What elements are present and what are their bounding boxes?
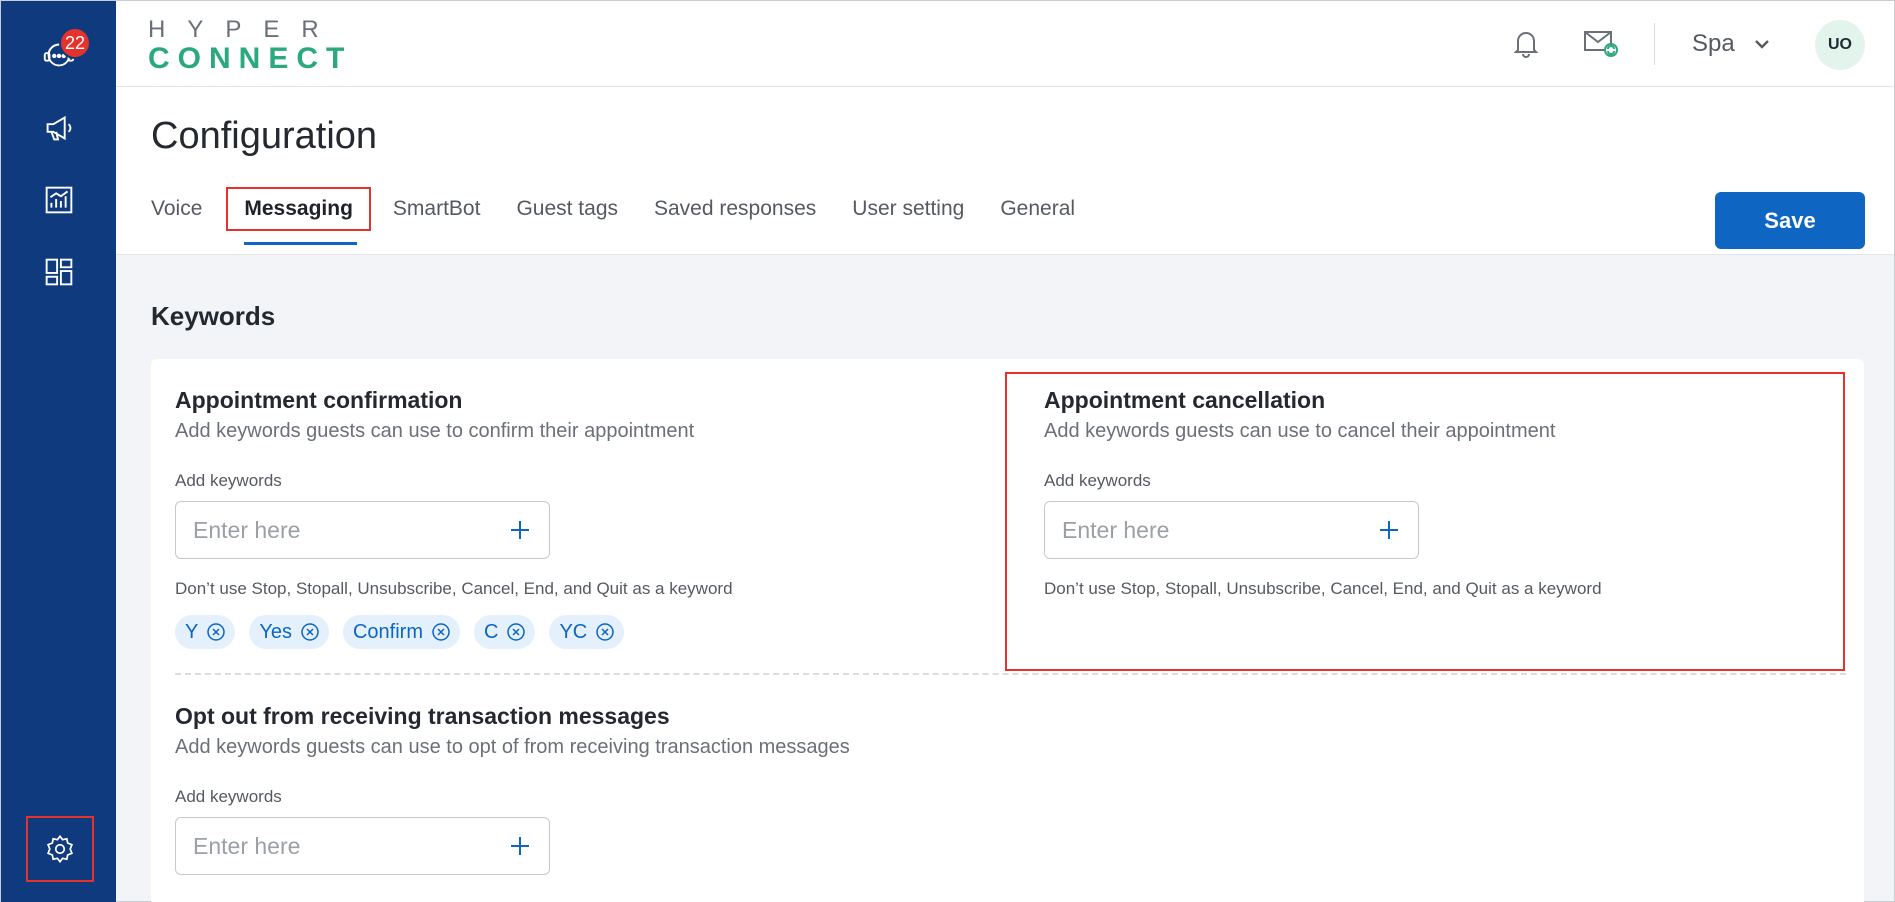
keyword-chip: C	[474, 615, 536, 649]
keywords-section-title: Keywords	[151, 301, 276, 331]
opt-out-add-keywords-label: Add keywords	[175, 787, 282, 806]
top-bar: HYPER CONNECT Spa UO	[116, 1, 1894, 87]
save-button[interactable]: Save	[1715, 192, 1865, 249]
cancellation-add-keywords-label: Add keywords	[1044, 471, 1151, 490]
tab-general[interactable]: General	[1000, 187, 1075, 231]
section-divider	[175, 673, 1846, 675]
sidebar-item-support[interactable]: 22	[23, 23, 95, 87]
keyword-chip-label: Confirm	[352, 620, 423, 643]
workspace-name: Spa	[1692, 30, 1735, 57]
remove-chip-icon[interactable]	[431, 622, 451, 642]
confirmation-keyword-input[interactable]	[193, 516, 473, 544]
keyword-chip: YC	[549, 615, 625, 649]
cancellation-keyword-field	[1044, 501, 1419, 559]
page-header: Configuration Voice Messaging SmartBot G…	[116, 87, 1894, 255]
opt-out-description: Add keywords guests can use to opt of fr…	[175, 736, 850, 758]
cancellation-title: Appointment cancellation	[1044, 387, 1326, 413]
keyword-chip-label: Y	[185, 620, 199, 643]
appointment-cancellation-block: Appointment cancellation Add keywords gu…	[1044, 387, 1602, 599]
confirmation-keyword-field	[175, 501, 550, 559]
notification-badge: 22	[59, 27, 91, 59]
sidebar-item-reports[interactable]	[23, 168, 95, 232]
chevron-down-icon	[1754, 40, 1769, 49]
tab-guest-tags[interactable]: Guest tags	[516, 187, 618, 231]
remove-chip-icon[interactable]	[300, 622, 320, 642]
add-opt-out-keyword-plus-icon[interactable]	[507, 833, 533, 859]
notifications-button[interactable]	[1506, 23, 1546, 63]
cancellation-description: Add keywords guests can use to cancel th…	[1044, 420, 1556, 442]
appointment-confirmation-block: Appointment confirmation Add keywords gu…	[175, 387, 733, 649]
confirmation-title: Appointment confirmation	[175, 387, 463, 413]
tab-user-setting[interactable]: User setting	[852, 187, 964, 231]
add-cancellation-keyword-plus-icon[interactable]	[1376, 517, 1402, 543]
megaphone-icon	[46, 115, 72, 141]
keyword-chip-label: YC	[559, 620, 588, 643]
confirmation-keyword-chips: Y Yes Confirm C YC	[175, 615, 733, 649]
sidebar-item-settings[interactable]	[26, 816, 94, 882]
sidebar-item-campaigns[interactable]	[23, 96, 95, 160]
keyword-chip: Confirm	[342, 615, 460, 649]
main-content: Keywords Appointment confirmation Add ke…	[116, 255, 1894, 902]
remove-chip-icon[interactable]	[206, 622, 226, 642]
bell-icon	[1513, 32, 1539, 58]
tab-bar: Voice Messaging SmartBot Guest tags Save…	[151, 187, 1111, 245]
cancellation-keyword-input[interactable]	[1062, 516, 1342, 544]
gear-icon	[46, 834, 74, 864]
tab-voice[interactable]: Voice	[151, 187, 202, 231]
keyword-chip-label: Yes	[259, 620, 292, 643]
confirmation-description: Add keywords guests can use to confirm t…	[175, 420, 695, 442]
tab-messaging[interactable]: Messaging	[226, 187, 371, 245]
sidebar-item-dashboard[interactable]	[23, 240, 95, 304]
cancellation-hint: Don’t use Stop, Stopall, Unsubscribe, Ca…	[1044, 579, 1602, 598]
messages-sync-button[interactable]	[1581, 23, 1621, 63]
opt-out-keyword-field	[175, 817, 550, 875]
logo-top-text: HYPER	[148, 16, 341, 43]
avatar[interactable]: UO	[1815, 20, 1865, 70]
logo-bottom-text: CONNECT	[148, 42, 353, 75]
workspace-selector[interactable]: Spa	[1692, 27, 1771, 61]
opt-out-keyword-input[interactable]	[193, 832, 473, 860]
tab-saved-responses[interactable]: Saved responses	[654, 187, 816, 231]
add-confirmation-keyword-plus-icon[interactable]	[507, 517, 533, 543]
keywords-card: Appointment confirmation Add keywords gu…	[151, 359, 1864, 902]
sidebar: 22	[1, 1, 116, 902]
confirmation-add-keywords-label: Add keywords	[175, 471, 282, 490]
opt-out-title: Opt out from receiving transaction messa…	[175, 703, 670, 729]
dashboard-icon	[45, 258, 73, 286]
confirmation-hint: Don’t use Stop, Stopall, Unsubscribe, Ca…	[175, 579, 733, 598]
reports-icon	[45, 186, 73, 214]
opt-out-block: Opt out from receiving transaction messa…	[175, 703, 850, 875]
tab-smartbot[interactable]: SmartBot	[393, 187, 481, 231]
keyword-chip: Y	[175, 615, 236, 649]
keyword-chip-label: C	[484, 620, 499, 643]
keyword-chip: Yes	[249, 615, 329, 649]
remove-chip-icon[interactable]	[506, 622, 526, 642]
remove-chip-icon[interactable]	[595, 622, 615, 642]
header-divider	[1654, 23, 1655, 65]
logo: HYPER CONNECT	[148, 17, 352, 75]
mail-sync-icon	[1584, 31, 1618, 57]
page-title: Configuration	[151, 115, 378, 157]
